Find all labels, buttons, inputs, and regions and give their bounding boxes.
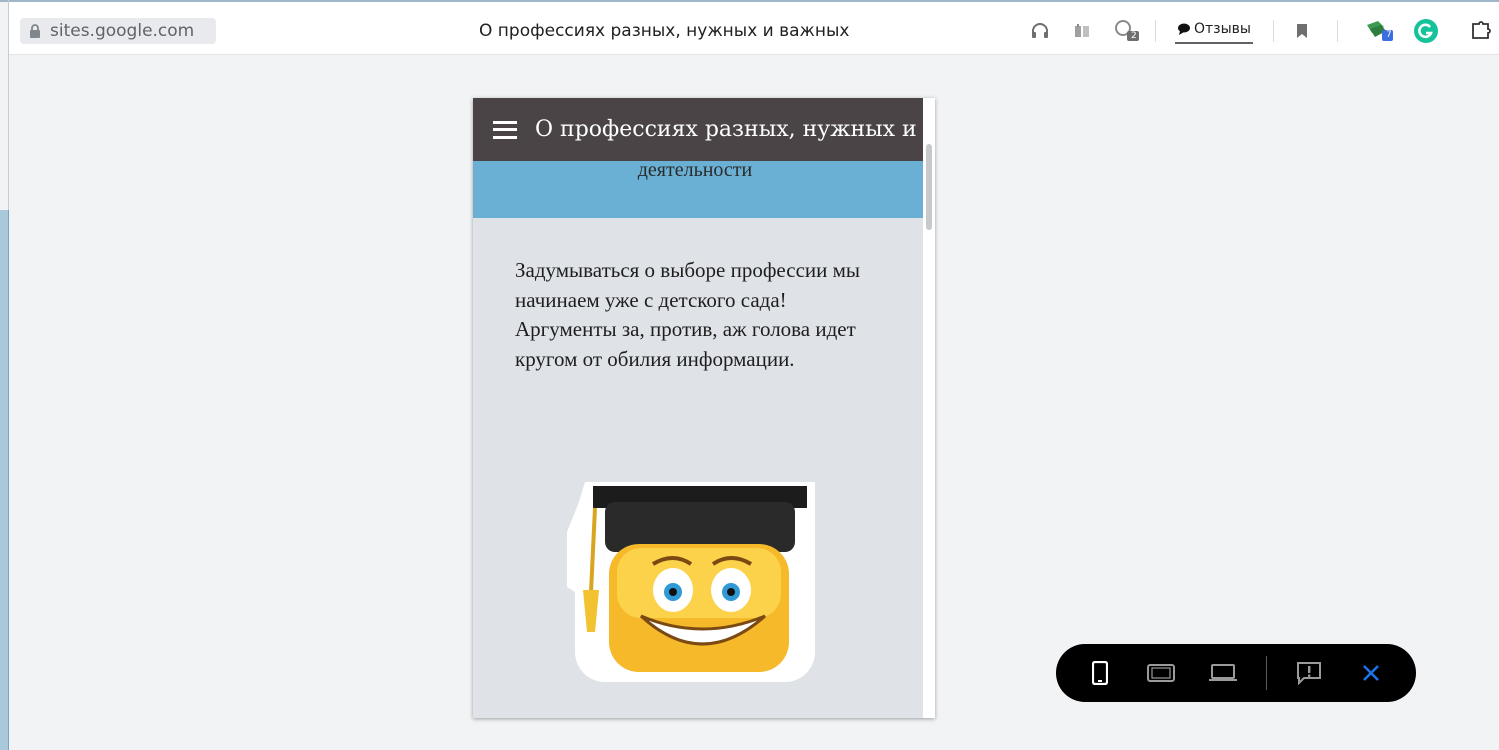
lock-icon [20,23,50,39]
phone-view-icon[interactable] [1085,658,1115,688]
speech-bubble-icon [1178,23,1190,35]
mobile-preview-frame: О профессиях разных, нужных и деятельнос… [473,98,935,718]
toolbar-divider [1155,20,1156,42]
reviews-label: Отзывы [1194,21,1251,37]
comments-badge: 2 [1131,31,1137,41]
site-header: О профессиях разных, нужных и [473,98,923,161]
hamburger-icon[interactable] [493,120,517,139]
puzzle-icon[interactable] [1469,20,1495,42]
comments-icon[interactable]: 2 [1112,20,1142,42]
url-text: sites.google.com [50,21,195,41]
left-window-edge [0,210,9,750]
page-title: О профессиях разных, нужных и важных [479,21,850,41]
device-switcher-bar [1056,644,1416,702]
graduate-emoji-image [565,472,825,696]
feedback-icon[interactable] [1294,658,1324,688]
intro-paragraph: Задумываться о выборе профессии мы начин… [515,258,861,371]
desktop-view-icon[interactable] [1208,658,1238,688]
site-title[interactable]: О профессиях разных, нужных и [535,117,917,142]
preview-top-bar: sites.google.com О профессиях разных, ну… [9,2,1499,55]
section-banner: деятельности [473,159,923,218]
toolbar-divider [1273,20,1274,42]
extension-badge: 7 [1386,30,1392,40]
url-chip[interactable]: sites.google.com [20,18,216,44]
device-bar-divider [1266,656,1267,690]
grammarly-icon[interactable] [1413,19,1439,43]
banner-text: деятельности [637,159,753,181]
toolbar-divider [1337,20,1338,42]
reviews-button[interactable]: Отзывы [1175,16,1253,44]
preview-scrollbar[interactable] [923,98,935,718]
bookmark-icon[interactable] [1291,20,1313,42]
extension-icon[interactable]: 7 [1361,20,1397,42]
reader-icon[interactable] [1071,20,1093,42]
headphones-icon[interactable] [1029,20,1051,42]
tablet-view-icon[interactable] [1146,658,1176,688]
close-icon[interactable] [1356,658,1386,688]
preview-scrollbar-thumb[interactable] [926,144,932,230]
